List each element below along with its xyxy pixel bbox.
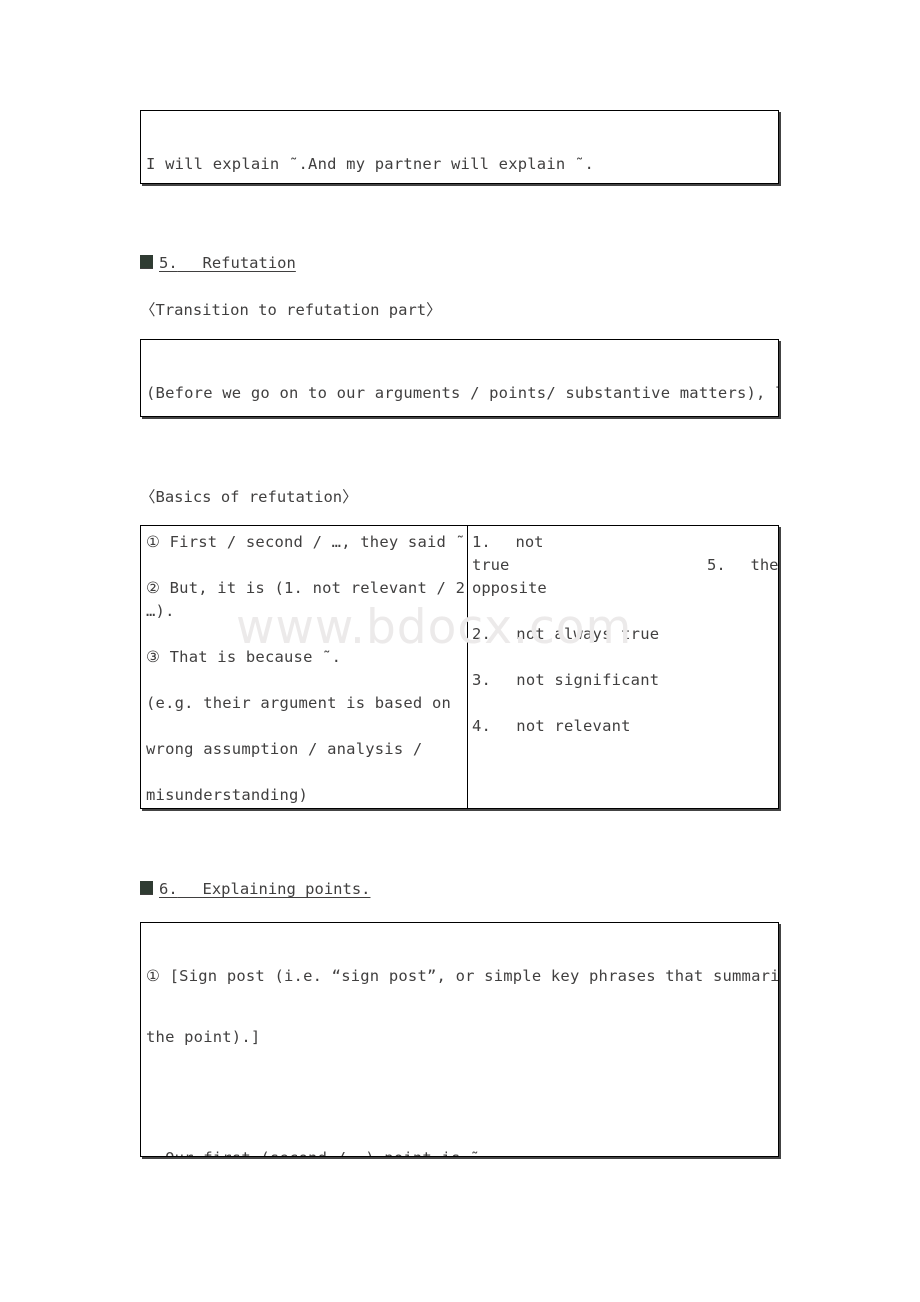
explain-line-1: ① [Sign post (i.e. “sign post”, or simpl… [146, 967, 779, 985]
explain-line-2: the point).] [146, 1028, 261, 1046]
left-line-5: (e.g. their argument is based on [146, 694, 452, 712]
refutation-item-1-part-d: opposite [472, 579, 547, 597]
refutation-item-3: 3. not significant [472, 671, 660, 689]
refutation-table-left-cell: ① First / second / …, they said ˜. ② But… [141, 526, 468, 808]
transition-line-1: (Before we go on to our arguments / poin… [146, 384, 779, 402]
explaining-points-box: ① [Sign post (i.e. “sign post”, or simpl… [140, 922, 779, 1157]
refutation-table: ① First / second / …, they said ˜. ② But… [140, 525, 779, 809]
left-line-1: ① First / second / …, they said ˜. [146, 533, 468, 551]
left-line-2: ② But, it is (1. not relevant / 2. [146, 579, 468, 597]
intro-quote-box: I will explain ˜.And my partner will exp… [140, 110, 779, 184]
transition-quote-box: (Before we go on to our arguments / poin… [140, 339, 779, 417]
section-6-title: Explaining points. [202, 880, 371, 898]
filled-square-bullet-icon [140, 255, 153, 269]
basics-caption: 〈Basics of refutation〉 [140, 488, 358, 506]
section-5-title: Refutation [202, 254, 296, 272]
transition-caption: 〈Transition to refutation part〉 [140, 301, 442, 319]
watermark-text: www.bdocx.com [236, 600, 633, 655]
document-page: www.bdocx.com I will explain ˜.And my pa… [0, 0, 920, 1302]
section-5-heading: 5. Refutation [140, 253, 296, 273]
refutation-item-1: 1. not true 5. the opposite [472, 531, 778, 600]
refutation-item-5: 5. the [707, 556, 778, 574]
refutation-item-1-part-a: 1. not [472, 533, 544, 551]
left-line-7: misunderstanding) [146, 786, 309, 804]
refutation-table-right-cell: 1. not true 5. the opposite 2. not alway… [468, 526, 778, 808]
section-6-spacer [178, 880, 203, 898]
refutation-item-4: 4. not relevant [472, 717, 631, 735]
refutation-item-1-part-b: true [472, 556, 510, 574]
section-6-number: 6. [159, 880, 178, 898]
section-5-spacer [178, 254, 203, 272]
explain-line-3: Our first (second / …) point is ˜ [146, 1147, 778, 1156]
intro-line-1: I will explain ˜.And my partner will exp… [146, 155, 594, 173]
section-5-number: 5. [159, 254, 178, 272]
filled-square-bullet-icon [140, 881, 153, 895]
section-6-heading: 6. Explaining points. [140, 879, 371, 899]
left-line-6: wrong assumption / analysis / [146, 740, 423, 758]
